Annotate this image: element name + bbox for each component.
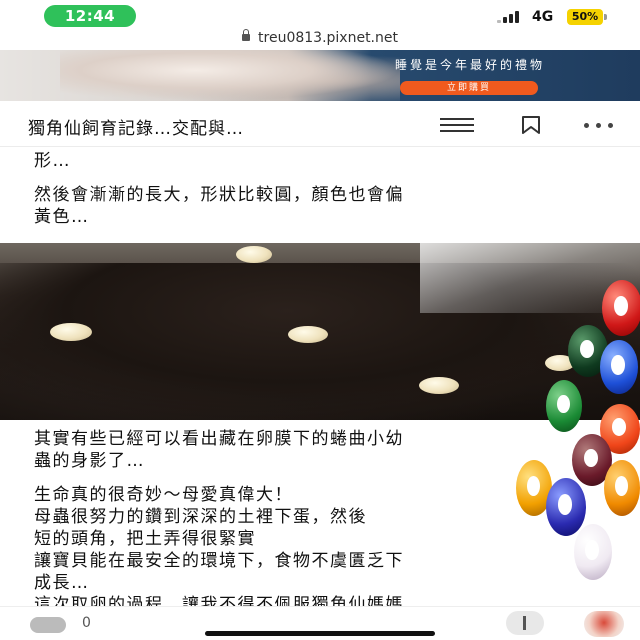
beetle-egg [50, 323, 92, 341]
menu-icon[interactable] [440, 118, 474, 132]
billiard-ball [574, 524, 612, 580]
battery-indicator: 50% [567, 9, 603, 25]
home-indicator[interactable] [205, 631, 435, 636]
share-icon[interactable] [506, 611, 544, 635]
like-count: 0 [82, 615, 91, 631]
billiard-ball [546, 478, 586, 536]
url-text: treu0813.pixnet.net [258, 30, 398, 46]
ad-photo [60, 50, 400, 101]
more-icon[interactable] [584, 123, 614, 129]
article-paragraph: 其實有些已經可以看出藏在卵膜下的蜷曲小幼 蟲的身影了… [34, 429, 404, 471]
bookmark-icon[interactable] [521, 116, 541, 134]
avatar[interactable] [584, 611, 624, 637]
status-time: 12:44 [44, 5, 136, 27]
article-paragraph: 生命真的很奇妙～母愛真偉大！ 母蟲很努力的鑽到深深的土裡下蛋，然後 短的頭角，把… [34, 485, 404, 593]
billiard-ball [604, 460, 640, 516]
lock-icon [242, 28, 251, 41]
like-icon[interactable] [30, 617, 66, 633]
network-label: 4G [532, 9, 554, 25]
billiard-ball [546, 380, 582, 432]
beetle-egg [288, 326, 328, 343]
status-bar: 12:44 4G 50% [0, 0, 640, 30]
billiard-ball [600, 340, 638, 394]
bottom-toolbar: 0 [0, 606, 640, 640]
battery-cap [604, 14, 607, 20]
ad-buy-button[interactable]: 立即購買 [400, 81, 538, 95]
article-paragraph: 形… [34, 151, 71, 171]
article-header: 獨角仙飼育記錄…交配與… [0, 101, 640, 147]
article-paragraph: 然後會漸漸的長大，形狀比較圓，顏色也會偏 黃色… [34, 185, 404, 227]
address-bar[interactable]: treu0813.pixnet.net [0, 28, 640, 50]
ad-headline: 睡覺是今年最好的禮物 [395, 58, 546, 72]
billiard-ball [602, 280, 640, 336]
page-title: 獨角仙飼育記錄…交配與… [28, 119, 244, 139]
ad-banner[interactable]: 睡覺是今年最好的禮物 立即購買 [0, 50, 640, 101]
beetle-egg [236, 246, 272, 263]
signal-icon [497, 11, 525, 23]
billiard-balls-sticker [510, 280, 640, 590]
beetle-egg [419, 377, 459, 394]
